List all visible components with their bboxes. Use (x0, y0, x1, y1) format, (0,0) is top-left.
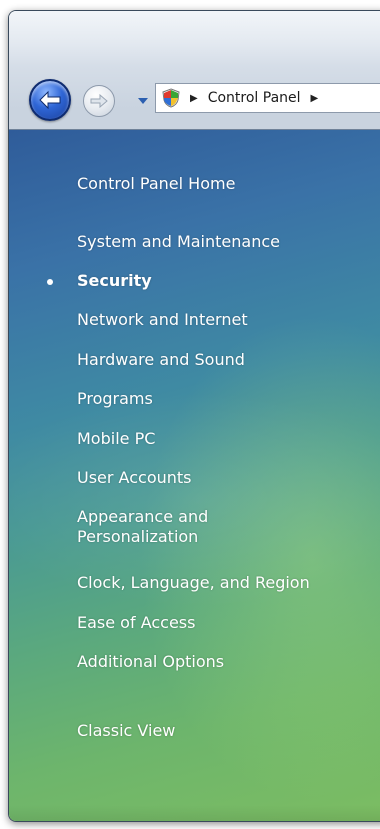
task-pane: Control Panel Home System and Maintenanc… (9, 129, 380, 821)
address-bar[interactable]: ▶ Control Panel ▶ (155, 83, 380, 113)
chevron-down-icon (138, 98, 148, 104)
forward-arrow-icon (90, 94, 108, 108)
sidebar-item-appearance-and-personalization[interactable]: Appearance and Personalization (77, 507, 277, 547)
control-panel-window: ▶ Control Panel ▶ Control Panel Home Sys… (8, 10, 380, 822)
sidebar-item-additional-options[interactable]: Additional Options (77, 652, 224, 672)
sidebar-item-programs[interactable]: Programs (77, 389, 153, 409)
classic-view-link[interactable]: Classic View (77, 721, 175, 741)
sidebar-item-security[interactable]: Security (47, 271, 152, 291)
title-bar (9, 11, 380, 65)
recent-pages-dropdown[interactable] (137, 96, 149, 106)
sidebar-item-clock-language-and-region[interactable]: Clock, Language, and Region (77, 573, 310, 593)
sidebar-item-hardware-and-sound[interactable]: Hardware and Sound (77, 350, 245, 370)
current-item-bullet (47, 279, 53, 285)
sidebar-item-ease-of-access[interactable]: Ease of Access (77, 613, 195, 633)
sidebar-item-user-accounts[interactable]: User Accounts (77, 468, 192, 488)
breadcrumb-separator[interactable]: ▶ (311, 93, 319, 104)
back-arrow-icon (39, 90, 61, 110)
sidebar-item-system-and-maintenance[interactable]: System and Maintenance (77, 232, 280, 252)
sidebar-item-control-panel-home[interactable]: Control Panel Home (77, 174, 235, 194)
sidebar-item-label: Security (77, 271, 152, 290)
sidebar-item-network-and-internet[interactable]: Network and Internet (77, 310, 248, 330)
breadcrumb-control-panel[interactable]: Control Panel (208, 90, 301, 106)
sidebar-item-mobile-pc[interactable]: Mobile PC (77, 429, 155, 449)
control-panel-shield-icon (162, 88, 180, 108)
forward-button[interactable] (83, 85, 115, 117)
breadcrumb-separator[interactable]: ▶ (190, 93, 198, 104)
back-button[interactable] (29, 79, 71, 121)
